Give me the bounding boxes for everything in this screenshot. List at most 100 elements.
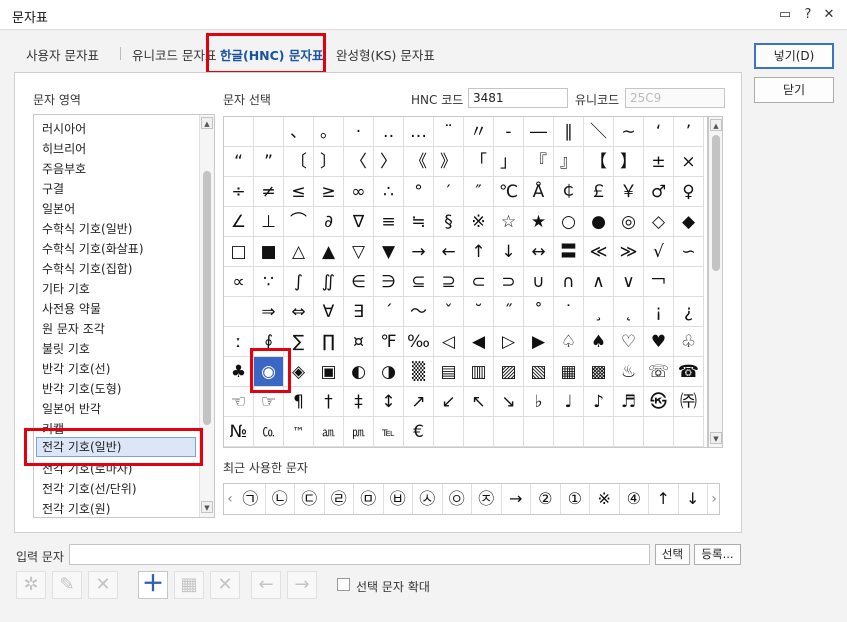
char-cell[interactable]: ∼: [614, 117, 644, 147]
char-cell[interactable]: 〈: [344, 147, 374, 177]
char-cell[interactable]: ♀: [674, 177, 704, 207]
char-cell[interactable]: ◑: [374, 357, 404, 387]
recent-char-cell[interactable]: ㉨: [472, 484, 502, 514]
char-cell[interactable]: 〉: [374, 147, 404, 177]
recent-char-cell[interactable]: ㉡: [266, 484, 295, 514]
area-list-item[interactable]: 주음부호: [42, 160, 86, 177]
char-cell[interactable]: №: [224, 417, 254, 447]
char-cell[interactable]: ￠: [554, 177, 584, 207]
area-list-item[interactable]: 전각 기호(선/단위): [42, 480, 137, 497]
char-cell[interactable]: ◎: [614, 207, 644, 237]
char-cell[interactable]: ☎: [674, 357, 704, 387]
area-list-item[interactable]: 기타 기호: [42, 280, 90, 297]
char-cell[interactable]: 〔: [284, 147, 314, 177]
char-cell[interactable]: ♥: [644, 327, 674, 357]
char-cell[interactable]: →: [404, 237, 434, 267]
char-cell[interactable]: □: [224, 237, 254, 267]
char-cell[interactable]: ￡: [584, 177, 614, 207]
char-cell[interactable]: †: [314, 387, 344, 417]
char-cell[interactable]: ▨: [494, 357, 524, 387]
chat-icon[interactable]: ▭: [776, 6, 794, 24]
add-icon[interactable]: ＋: [138, 571, 168, 599]
char-cell[interactable]: ≪: [584, 237, 614, 267]
char-cell[interactable]: 」: [494, 147, 524, 177]
char-cell[interactable]: ▤: [434, 357, 464, 387]
area-list-item[interactable]: 원 문자 조각: [42, 320, 105, 337]
char-cell[interactable]: ～: [404, 297, 434, 327]
char-cell[interactable]: ♡: [614, 327, 644, 357]
char-cell[interactable]: △: [284, 237, 314, 267]
char-cell[interactable]: ▣: [314, 357, 344, 387]
char-cell[interactable]: ¤: [344, 327, 374, 357]
char-cell[interactable]: ∧: [584, 267, 614, 297]
char-cell[interactable]: ≤: [284, 177, 314, 207]
char-cell[interactable]: ㏇: [254, 417, 284, 447]
char-cell[interactable]: ∬: [314, 267, 344, 297]
char-cell[interactable]: ☆: [494, 207, 524, 237]
char-cell[interactable]: ◁: [434, 327, 464, 357]
char-cell[interactable]: ∥: [554, 117, 584, 147]
select-button[interactable]: 선택: [655, 544, 690, 565]
char-cell[interactable]: ’: [674, 117, 704, 147]
char-cell[interactable]: [554, 417, 584, 447]
char-cell[interactable]: ▲: [314, 237, 344, 267]
recent-char-cell[interactable]: →: [502, 484, 531, 514]
char-cell[interactable]: ∈: [344, 267, 374, 297]
char-cell[interactable]: ∵: [254, 267, 284, 297]
char-cell[interactable]: “: [224, 147, 254, 177]
char-cell[interactable]: 〕: [314, 147, 344, 177]
char-cell[interactable]: ㈜: [674, 387, 704, 417]
char-cell[interactable]: ▽: [344, 237, 374, 267]
scroll-up-arrow-icon[interactable]: ▲: [710, 119, 722, 131]
char-cell[interactable]: ∂: [314, 207, 344, 237]
char-cell[interactable]: ‡: [344, 387, 374, 417]
char-cell[interactable]: ″: [464, 177, 494, 207]
recent-char-cell[interactable]: ↓: [679, 484, 708, 514]
char-cell[interactable]: ▶: [524, 327, 554, 357]
char-cell[interactable]: ↓: [494, 237, 524, 267]
char-cell[interactable]: 『: [524, 147, 554, 177]
register-button[interactable]: 등록...: [694, 544, 741, 565]
char-cell[interactable]: ♠: [584, 327, 614, 357]
char-cell[interactable]: ±: [644, 147, 674, 177]
char-cell[interactable]: √: [644, 237, 674, 267]
char-cell[interactable]: 』: [554, 147, 584, 177]
char-cell[interactable]: ℡: [374, 417, 404, 447]
area-list-item[interactable]: 수학식 기호(일반): [42, 220, 132, 237]
area-list-item[interactable]: 반각 기호(도형): [42, 380, 121, 397]
char-cell[interactable]: ‥: [374, 117, 404, 147]
area-list-item[interactable]: 사전용 약물: [42, 300, 101, 317]
char-cell[interactable]: ▼: [374, 237, 404, 267]
recent-char-cell[interactable]: ㉧: [443, 484, 472, 514]
char-cell[interactable]: [464, 417, 494, 447]
recent-char-cell[interactable]: ㉠: [236, 484, 266, 514]
char-cell[interactable]: ∃: [344, 297, 374, 327]
char-cell[interactable]: ∀: [314, 297, 344, 327]
char-cell[interactable]: ™: [284, 417, 314, 447]
char-cell[interactable]: ◀: [464, 327, 494, 357]
scroll-down-arrow-icon[interactable]: ▼: [710, 432, 722, 444]
char-cell[interactable]: ★: [524, 207, 554, 237]
tab-ks-charmap[interactable]: 완성형(KS) 문자표: [336, 45, 435, 64]
char-cell[interactable]: [494, 417, 524, 447]
recent-chars[interactable]: ‹ ㉠㉡㉢㉣㉤㉥㉦㉧㉨ → ② ① ※ ④ ↑ ↓ ›: [223, 483, 720, 515]
char-cell[interactable]: [434, 417, 464, 447]
char-cell[interactable]: 。: [314, 117, 344, 147]
char-cell[interactable]: ≡: [374, 207, 404, 237]
char-cell[interactable]: ♭: [524, 387, 554, 417]
area-list-item[interactable]: 전각 기호(원): [42, 500, 110, 517]
char-cell[interactable]: ↗: [404, 387, 434, 417]
char-cell[interactable]: ￥: [614, 177, 644, 207]
char-cell[interactable]: ∩: [554, 267, 584, 297]
char-cell[interactable]: ―: [524, 117, 554, 147]
char-cell[interactable]: ♪: [584, 387, 614, 417]
char-cell[interactable]: ˚: [524, 297, 554, 327]
char-cell[interactable]: ⊇: [434, 267, 464, 297]
char-cell[interactable]: ˝: [494, 297, 524, 327]
char-cell[interactable]: ℉: [374, 327, 404, 357]
char-cell[interactable]: ⊥: [254, 207, 284, 237]
char-cell[interactable]: ∪: [524, 267, 554, 297]
char-cell[interactable]: ▦: [554, 357, 584, 387]
char-cell[interactable]: 「: [464, 147, 494, 177]
char-cell[interactable]: €: [404, 417, 434, 447]
